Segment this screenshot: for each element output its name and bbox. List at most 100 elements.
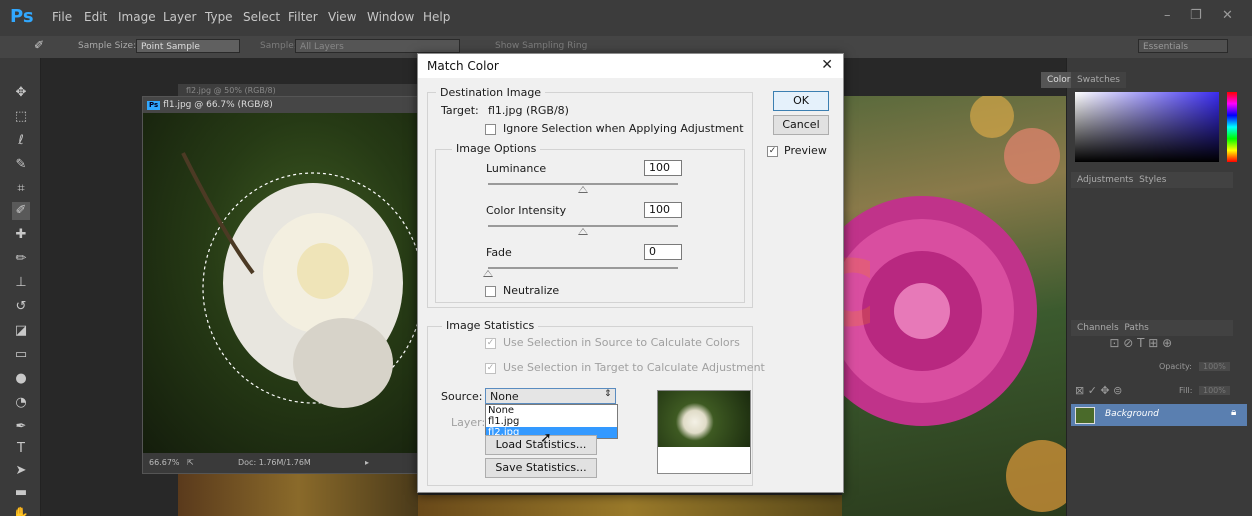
- quick-select-tool-icon[interactable]: ✎: [12, 156, 30, 174]
- channels-paths-tabs[interactable]: Channels Paths: [1071, 320, 1233, 336]
- menu-type[interactable]: Type: [205, 10, 233, 24]
- luminance-label: Luminance: [486, 162, 547, 175]
- adjustments-tab[interactable]: Adjustments: [1077, 175, 1133, 185]
- fl2-image: ✕: [842, 96, 1066, 516]
- blur-tool-icon[interactable]: ●: [12, 370, 30, 388]
- doc-tab-fl1[interactable]: Ps fl1.jpg @ 66.7% (RGB/8): [143, 97, 418, 113]
- layer-name[interactable]: Background: [1105, 409, 1159, 419]
- cancel-button[interactable]: Cancel: [773, 115, 829, 135]
- brush-tool-icon[interactable]: ✏: [12, 250, 30, 268]
- destination-image-legend: Destination Image: [436, 86, 546, 99]
- status-menu-icon[interactable]: ▸: [365, 453, 369, 473]
- lock-icons[interactable]: ⊠ ✓ ✥ ⊜: [1075, 384, 1122, 397]
- fade-slider-track[interactable]: [488, 267, 678, 269]
- match-color-dialog: Match Color ✕ Destination Image Target: …: [417, 53, 844, 493]
- dahlia-photo: [842, 96, 1066, 512]
- source-select[interactable]: None ⇕: [485, 388, 616, 404]
- fade-slider-thumb[interactable]: [483, 270, 493, 277]
- menu-edit[interactable]: Edit: [84, 10, 107, 24]
- source-option-none[interactable]: None: [486, 405, 617, 416]
- ignore-selection-label[interactable]: Ignore Selection when Applying Adjustmen…: [503, 122, 744, 135]
- use-selection-source-checkbox[interactable]: ✓: [485, 338, 496, 349]
- gradient-tool-icon[interactable]: ▭: [12, 346, 30, 364]
- luminance-slider-track[interactable]: [488, 183, 678, 185]
- image-strip: [178, 472, 418, 516]
- swatches-tab[interactable]: Swatches: [1071, 72, 1126, 88]
- menu-help[interactable]: Help: [423, 10, 450, 24]
- eyedropper-tool-icon[interactable]: ✐: [34, 38, 44, 52]
- sample-size-select[interactable]: Point Sample: [136, 39, 240, 53]
- crop-tool-icon[interactable]: ⌗: [12, 180, 30, 198]
- channels-tab[interactable]: Channels: [1077, 323, 1119, 333]
- neutralize-label[interactable]: Neutralize: [503, 284, 559, 297]
- clone-stamp-tool-icon[interactable]: ⊥: [12, 274, 30, 292]
- healing-brush-tool-icon[interactable]: ✚: [12, 226, 30, 244]
- export-icon[interactable]: ⇱: [187, 453, 194, 473]
- menu-select[interactable]: Select: [243, 10, 280, 24]
- dialog-close-icon[interactable]: ✕: [821, 57, 833, 73]
- opacity-label: Opacity:: [1159, 362, 1192, 371]
- save-statistics-button[interactable]: Save Statistics...: [485, 458, 597, 478]
- menu-view[interactable]: View: [328, 10, 356, 24]
- marquee-tool-icon[interactable]: ⬚: [12, 108, 30, 126]
- layer-row-background[interactable]: Background 🔒︎: [1071, 404, 1247, 426]
- menu-filter[interactable]: Filter: [288, 10, 318, 24]
- preview-label[interactable]: Preview: [784, 144, 827, 157]
- color-intensity-label: Color Intensity: [486, 204, 567, 217]
- ignore-selection-checkbox[interactable]: [485, 124, 496, 135]
- show-sampling-ring-label[interactable]: Show Sampling Ring: [495, 41, 587, 51]
- use-selection-source-label[interactable]: Use Selection in Source to Calculate Col…: [503, 336, 740, 349]
- hand-tool-icon[interactable]: ✋: [12, 506, 30, 516]
- preview-checkbox[interactable]: ✓: [767, 146, 778, 157]
- use-selection-target-checkbox[interactable]: ✓: [485, 363, 496, 374]
- color-intensity-slider-thumb[interactable]: [578, 228, 588, 235]
- sample-select[interactable]: All Layers: [295, 39, 460, 53]
- hue-slider[interactable]: [1227, 92, 1237, 162]
- sample-size-label: Sample Size:: [78, 41, 137, 51]
- color-intensity-slider-track[interactable]: [488, 225, 678, 227]
- minimize-button[interactable]: –: [1164, 8, 1171, 23]
- lasso-tool-icon[interactable]: ℓ: [12, 132, 30, 150]
- adjustments-styles-tabs[interactable]: Adjustments Styles: [1071, 172, 1233, 188]
- menu-window[interactable]: Window: [367, 10, 414, 24]
- source-option-fl1[interactable]: fl1.jpg: [486, 416, 617, 427]
- color-picker-field[interactable]: [1075, 92, 1219, 162]
- use-selection-target-label[interactable]: Use Selection in Target to Calculate Adj…: [503, 361, 765, 374]
- eraser-tool-icon[interactable]: ◪: [12, 322, 30, 340]
- dialog-title-bar: Match Color ✕: [418, 54, 843, 78]
- ok-button[interactable]: OK: [773, 91, 829, 111]
- neutralize-checkbox[interactable]: [485, 286, 496, 297]
- rectangle-tool-icon[interactable]: ▬: [12, 484, 30, 502]
- menu-image[interactable]: Image: [118, 10, 156, 24]
- menu-file[interactable]: File: [52, 10, 72, 24]
- luminance-input[interactable]: 100: [644, 160, 682, 176]
- type-tool-icon[interactable]: T: [12, 440, 30, 458]
- workspace-select[interactable]: Essentials: [1138, 39, 1228, 53]
- layer-filter-icons[interactable]: ⊡ ⊘ T ⊞ ⊕: [1075, 336, 1245, 354]
- rose-photo: [181, 152, 418, 408]
- dodge-tool-icon[interactable]: ◔: [12, 394, 30, 412]
- history-brush-tool-icon[interactable]: ↺: [12, 298, 30, 316]
- source-label: Source:: [441, 390, 483, 403]
- restore-button[interactable]: ❐: [1190, 8, 1202, 23]
- layer-thumbnail: [1075, 407, 1095, 424]
- target-value: fl1.jpg (RGB/8): [488, 104, 569, 117]
- menu-bar: Ps File Edit Image Layer Type Select Fil…: [0, 0, 1252, 36]
- path-selection-tool-icon[interactable]: ➤: [12, 462, 30, 480]
- close-window-button[interactable]: ✕: [1222, 8, 1233, 23]
- fl1-image: [143, 113, 418, 453]
- opacity-value[interactable]: 100%: [1199, 362, 1230, 371]
- doc-tab-fl1-label: fl1.jpg @ 66.7% (RGB/8): [163, 100, 273, 110]
- fade-input[interactable]: 0: [644, 244, 682, 260]
- menu-layer[interactable]: Layer: [163, 10, 196, 24]
- eyedropper-tool-icon[interactable]: ✐: [12, 202, 30, 220]
- zoom-level[interactable]: 66.67%: [149, 453, 180, 473]
- luminance-slider-thumb[interactable]: [578, 186, 588, 193]
- photoshop-logo: Ps: [10, 6, 34, 27]
- fill-value[interactable]: 100%: [1199, 386, 1230, 395]
- color-intensity-input[interactable]: 100: [644, 202, 682, 218]
- paths-tab[interactable]: Paths: [1124, 323, 1148, 333]
- pen-tool-icon[interactable]: ✒: [12, 418, 30, 436]
- styles-tab[interactable]: Styles: [1139, 175, 1166, 185]
- move-tool-icon[interactable]: ✥: [12, 84, 30, 102]
